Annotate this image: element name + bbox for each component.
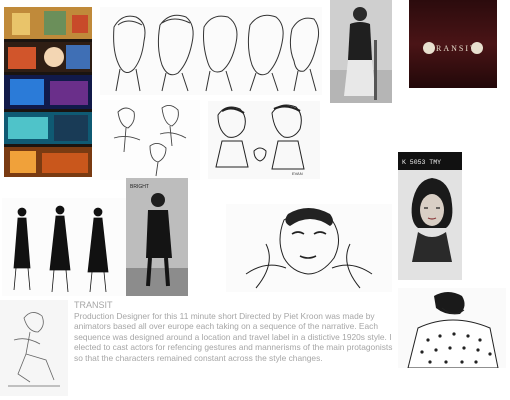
photo-label: BRIGHT bbox=[130, 184, 149, 190]
actress-portrait-photo: K 5053 TMY bbox=[398, 152, 462, 280]
photo-strip-text: K 5053 TMY bbox=[402, 159, 441, 166]
title-card-text: TRANSIT bbox=[429, 44, 477, 53]
poses-sketch-1 bbox=[100, 100, 200, 180]
seated-figure-sketch bbox=[0, 300, 68, 396]
actor-reference-photo-1 bbox=[330, 0, 392, 103]
head-turnaround-sketch bbox=[100, 7, 322, 95]
project-description-text: Production Designer for this 11 minute s… bbox=[74, 310, 393, 363]
project-title: TRANSIT bbox=[74, 300, 113, 310]
dress-figure-sketch bbox=[398, 288, 506, 368]
woman-face-drawing bbox=[226, 204, 392, 292]
transit-title-card: TRANSIT bbox=[409, 0, 497, 88]
color-frames-strip bbox=[4, 7, 92, 177]
actor-reference-photo-2: BRIGHT bbox=[126, 178, 188, 296]
character-sketch-pair: EVAN bbox=[208, 101, 320, 179]
flapper-poses-sketch bbox=[2, 198, 126, 296]
project-description: TRANSIT Production Designer for this 11 … bbox=[74, 300, 394, 364]
sketch-caption: EVAN bbox=[292, 171, 303, 176]
